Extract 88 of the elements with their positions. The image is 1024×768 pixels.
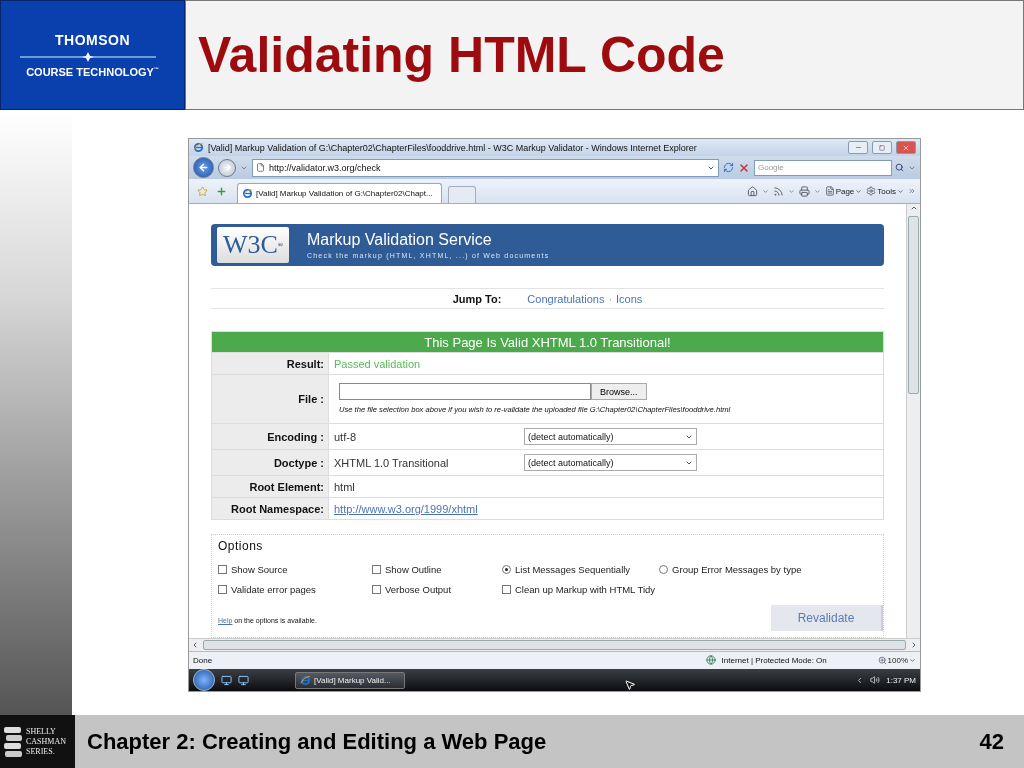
service-title: Markup Validation Service bbox=[307, 231, 493, 250]
mouse-cursor-icon bbox=[624, 679, 637, 691]
zoom-control[interactable]: 100% bbox=[877, 655, 916, 665]
address-field[interactable]: http://validator.w3.org/check bbox=[252, 158, 719, 177]
page-number: 42 bbox=[979, 728, 1004, 755]
dropdown[interactable]: (detect automatically) bbox=[524, 428, 697, 446]
speaker-icon[interactable] bbox=[870, 675, 881, 685]
vertical-scrollbar[interactable] bbox=[906, 204, 920, 639]
row-label: Root Element: bbox=[212, 476, 329, 498]
table-cell-text: XHTML 1.0 Transitional bbox=[334, 456, 450, 469]
minimize-button[interactable] bbox=[848, 141, 868, 155]
browse-button[interactable]: Browse... bbox=[591, 383, 647, 401]
file-field[interactable] bbox=[339, 383, 591, 401]
clock: 1:37 PM bbox=[886, 675, 916, 685]
page-icon bbox=[824, 186, 835, 197]
caret-icon bbox=[761, 187, 769, 195]
home-icon[interactable] bbox=[746, 185, 758, 197]
status-text: Done bbox=[193, 655, 214, 665]
link-separator: · bbox=[608, 292, 613, 305]
start-button[interactable] bbox=[193, 669, 215, 691]
series-logo: SHELLY CASHMAN SERIES. bbox=[0, 715, 75, 768]
page-menu-button[interactable]: Page bbox=[824, 186, 863, 197]
row-label: Result: bbox=[212, 353, 329, 375]
close-button[interactable] bbox=[896, 141, 916, 155]
jump-label: Jump To: bbox=[452, 292, 502, 305]
row-label: File : bbox=[212, 375, 329, 424]
table-cell-text: utf-8 bbox=[334, 430, 357, 443]
close-icon bbox=[902, 143, 910, 152]
globe-icon bbox=[705, 655, 716, 666]
radio-option[interactable]: Group Error Messages by type bbox=[659, 564, 802, 576]
caret-icon bbox=[909, 656, 916, 664]
options-heading: Options bbox=[218, 539, 263, 554]
more-icon[interactable] bbox=[908, 187, 916, 196]
checkbox-option[interactable]: Clean up Markup with HTML Tidy bbox=[502, 584, 656, 596]
new-tab-button[interactable] bbox=[448, 186, 476, 204]
namespace-link[interactable]: http://www.w3.org/1999/xhtml bbox=[334, 502, 478, 515]
page-icon bbox=[256, 163, 265, 173]
browser-tab[interactable]: [Valid] Markup Validation of G:\Chapter02\Chapt... bbox=[237, 183, 442, 204]
caret-icon bbox=[855, 187, 863, 195]
forward-arrow-icon bbox=[222, 163, 232, 173]
checkbox-option[interactable]: Show Outline bbox=[372, 564, 442, 576]
security-zone: Internet | Protected Mode: On bbox=[721, 655, 828, 665]
maximize-button[interactable] bbox=[872, 141, 892, 155]
settings-icon bbox=[866, 186, 877, 197]
row-label: Root Namespace: bbox=[212, 498, 329, 520]
scroll-right-icon[interactable] bbox=[910, 641, 918, 649]
caret-icon bbox=[813, 187, 821, 195]
horizontal-scrollbar[interactable] bbox=[189, 638, 920, 651]
refresh-icon[interactable] bbox=[723, 162, 734, 174]
back-button[interactable] bbox=[193, 157, 214, 179]
row-label: Doctype : bbox=[212, 450, 329, 476]
jump-link[interactable]: Icons bbox=[616, 292, 643, 305]
taskbar-button[interactable]: [Valid] Markup Valid... bbox=[295, 671, 405, 689]
window-switch-icon[interactable] bbox=[238, 674, 249, 686]
desktop-icon[interactable] bbox=[221, 674, 232, 686]
revalidate-button[interactable]: Revalidate bbox=[771, 605, 883, 632]
search-icon[interactable] bbox=[895, 163, 904, 173]
checkbox-option[interactable]: Validate error pages bbox=[218, 584, 316, 596]
checkbox-option[interactable]: Show Source bbox=[218, 564, 288, 576]
browser-logo-icon bbox=[242, 188, 253, 200]
radio-option[interactable]: List Messages Sequentially bbox=[502, 564, 631, 576]
back-arrow-icon bbox=[198, 162, 209, 174]
jump-link[interactable]: Congratulations bbox=[527, 292, 605, 305]
footer-text: Chapter 2: Creating and Editing a Web Page bbox=[87, 728, 547, 755]
add-favorite-icon[interactable] bbox=[216, 185, 227, 197]
publisher-logo: THOMSON COURSE TECHNOLOGY$^{™}$ bbox=[0, 0, 185, 110]
browser-logo-icon bbox=[193, 142, 204, 154]
maximize-icon bbox=[879, 144, 885, 151]
checkbox-option[interactable]: Verbose Output bbox=[372, 584, 452, 596]
valid-banner: This Page Is Valid XHTML 1.0 Transitional! bbox=[212, 332, 883, 353]
forward-button[interactable] bbox=[218, 158, 236, 177]
feeds-icon[interactable] bbox=[772, 185, 784, 197]
caret-icon bbox=[787, 187, 795, 195]
table-cell: html bbox=[334, 480, 355, 493]
search-field[interactable]: Google bbox=[754, 159, 892, 176]
scroll-left-icon[interactable] bbox=[191, 641, 199, 649]
print-icon[interactable] bbox=[798, 185, 810, 197]
slide-title: Validating HTML Code bbox=[198, 26, 725, 84]
stop-icon[interactable] bbox=[738, 161, 750, 174]
row-label: Encoding : bbox=[212, 424, 329, 450]
caret-icon bbox=[897, 187, 904, 195]
window-title: [Valid] Markup Validation of G:\Chapter02\ChapterFiles\fooddrive.html - W3C Markup Validator - Windows Internet Explorer bbox=[208, 142, 698, 153]
dropdown[interactable]: (detect automatically) bbox=[524, 454, 697, 472]
w3c-logo: W3C$^{®}$ bbox=[217, 227, 289, 264]
result-value: Passed validation bbox=[334, 357, 421, 370]
browser-logo-icon bbox=[300, 674, 311, 686]
zoom-icon bbox=[877, 655, 887, 665]
tools-menu-button[interactable]: Tools bbox=[866, 186, 904, 197]
